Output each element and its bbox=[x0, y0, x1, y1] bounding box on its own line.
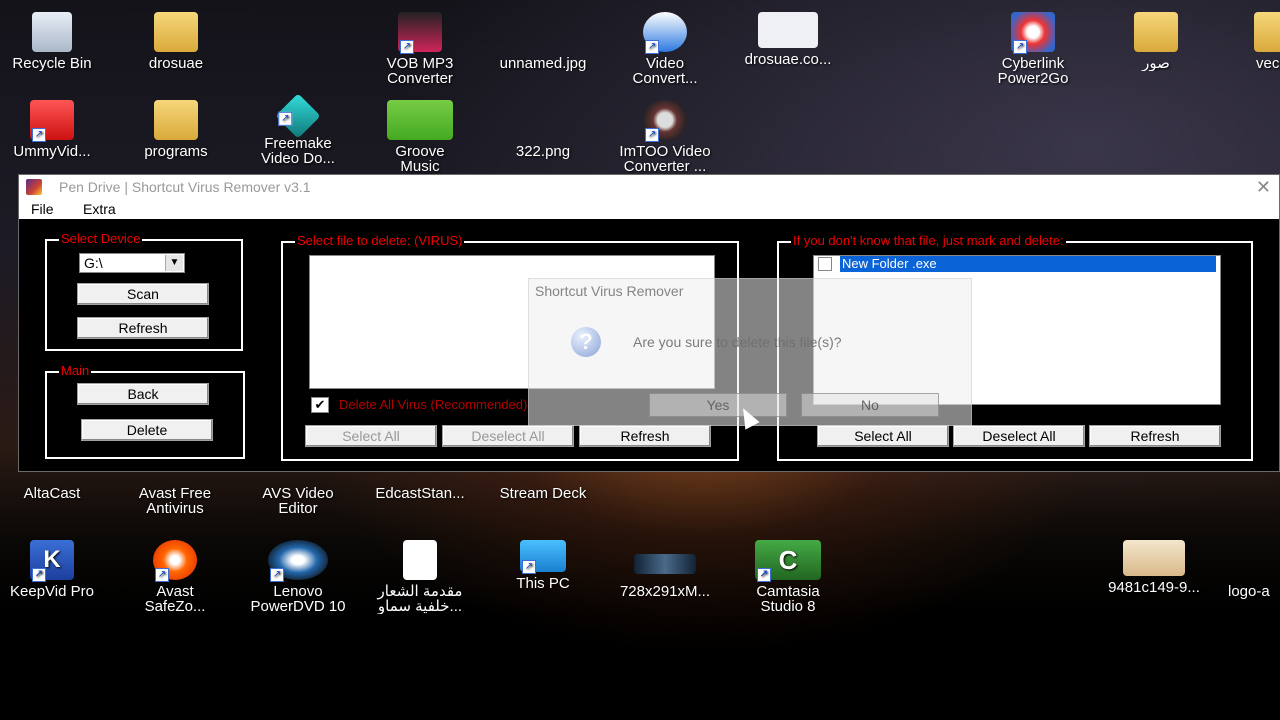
title-bar[interactable]: Pen Drive | Shortcut Virus Remover v3.1 … bbox=[19, 175, 1279, 199]
chevron-down-icon[interactable]: ▼ bbox=[165, 255, 183, 271]
confirm-dialog-title: Shortcut Virus Remover bbox=[535, 283, 684, 299]
unknown-select-all-button[interactable]: Select All bbox=[817, 425, 949, 447]
image-file-icon bbox=[634, 554, 696, 574]
main-legend: Main bbox=[59, 363, 92, 379]
desktop-icon-keepvid[interactable]: K ↗ KeepVid Pro bbox=[0, 540, 112, 599]
desktop-icon-logo-a[interactable]: logo-a bbox=[1220, 540, 1280, 599]
desktop-icon-9481c149[interactable]: 9481c149-9... bbox=[1094, 540, 1214, 595]
desktop-icon-imtoo[interactable]: ↗ ImTOO Video Converter ... bbox=[605, 100, 725, 174]
desktop-icon-this-pc[interactable]: ↗ This PC bbox=[483, 540, 603, 591]
image-file-icon bbox=[758, 12, 818, 48]
list-item-label: New Folder .exe bbox=[840, 256, 1216, 272]
image-file-icon bbox=[1228, 540, 1272, 580]
desktop-icon-freemake[interactable]: ↗ Freemake Video Do... bbox=[238, 93, 358, 166]
main-group: Main Back Delete bbox=[45, 363, 245, 459]
drive-select[interactable]: G:\ ▼ bbox=[79, 253, 185, 273]
virus-refresh-button[interactable]: Refresh bbox=[579, 425, 711, 447]
desktop-icon-stream-deck[interactable]: Stream Deck bbox=[483, 486, 603, 501]
window-title: Pen Drive | Shortcut Virus Remover v3.1 bbox=[59, 179, 311, 195]
desktop-icon-vec[interactable]: vec bbox=[1232, 12, 1280, 71]
virus-deselect-all-button[interactable]: Deselect All bbox=[442, 425, 574, 447]
image-file-icon bbox=[1123, 540, 1185, 576]
desktop-icon-suwar[interactable]: صور bbox=[1096, 12, 1216, 71]
freemake-icon: ↗ bbox=[275, 93, 321, 139]
desktop-icon-altacast[interactable]: AltaCast bbox=[0, 486, 112, 501]
desktop-icon-powerdvd[interactable]: ↗ Lenovo PowerDVD 10 bbox=[238, 540, 358, 614]
device-refresh-button[interactable]: Refresh bbox=[77, 317, 209, 339]
unknown-files-legend: If you don't know that file, just mark a… bbox=[791, 233, 1066, 249]
desktop-icon-322png[interactable]: 322.png bbox=[483, 100, 603, 159]
vob-converter-icon: ↗ bbox=[398, 12, 442, 54]
unknown-refresh-button[interactable]: Refresh bbox=[1089, 425, 1221, 447]
menu-bar: File Extra bbox=[19, 199, 1279, 219]
imtoo-icon: ↗ bbox=[643, 100, 687, 142]
desktop-icon-groove[interactable]: Groove Music bbox=[360, 100, 480, 174]
user-folder-icon bbox=[154, 12, 198, 52]
menu-extra[interactable]: Extra bbox=[83, 199, 116, 219]
unknown-deselect-all-button[interactable]: Deselect All bbox=[953, 425, 1085, 447]
desktop-icon-ummyvid[interactable]: ↗ UmmyVid... bbox=[0, 100, 112, 159]
image-file-icon bbox=[521, 100, 565, 140]
drive-value: G:\ bbox=[84, 255, 103, 271]
desktop-icon-drosuae-co[interactable]: drosuae.co... bbox=[728, 12, 848, 67]
desktop-icon-camtasia[interactable]: C ↗ Camtasia Studio 8 bbox=[728, 540, 848, 614]
list-item[interactable]: New Folder .exe bbox=[814, 256, 1220, 272]
folder-icon bbox=[154, 100, 198, 140]
power2go-icon: ↗ bbox=[1011, 12, 1055, 54]
desktop-icon-video-convert[interactable]: ↗ Video Convert... bbox=[605, 12, 725, 86]
desktop-icon-edcast[interactable]: EdcastStan... bbox=[360, 486, 480, 501]
delete-all-virus-checkbox[interactable]: ✔ bbox=[311, 397, 329, 413]
keepvid-icon: K ↗ bbox=[30, 540, 74, 582]
avast-safezone-icon: ↗ bbox=[153, 540, 197, 582]
confirm-message: Are you sure to delete this file(s)? bbox=[633, 334, 842, 350]
folder-icon bbox=[1254, 12, 1280, 52]
desktop-icon-728x291[interactable]: 728x291xM... bbox=[605, 540, 725, 599]
groove-music-icon bbox=[387, 100, 453, 140]
select-device-legend: Select Device bbox=[59, 231, 143, 247]
menu-file[interactable]: File bbox=[31, 199, 54, 219]
app-logo-icon bbox=[26, 179, 42, 195]
question-icon: ? bbox=[571, 327, 601, 357]
yes-button[interactable]: Yes bbox=[649, 393, 787, 417]
desktop-icon-drosuae[interactable]: drosuae bbox=[116, 12, 236, 71]
delete-button[interactable]: Delete bbox=[81, 419, 213, 441]
powerdvd-icon: ↗ bbox=[268, 540, 328, 582]
video-converter-icon: ↗ bbox=[643, 12, 687, 54]
desktop-icon-avs[interactable]: AVS Video Editor bbox=[238, 486, 358, 516]
list-item-checkbox[interactable] bbox=[818, 257, 832, 271]
desktop-icon-programs[interactable]: programs bbox=[116, 100, 236, 159]
document-icon bbox=[403, 540, 437, 580]
desktop-icon-recycle-bin[interactable]: Recycle Bin bbox=[0, 12, 112, 71]
desktop-icon-unnamed-jpg[interactable]: unnamed.jpg bbox=[483, 12, 603, 71]
desktop-icon-avast-safezone[interactable]: ↗ Avast SafeZo... bbox=[115, 540, 235, 614]
desktop-icon-avast[interactable]: Avast Free Antivirus bbox=[115, 486, 235, 516]
scan-button[interactable]: Scan bbox=[77, 283, 209, 305]
camtasia-icon: C ↗ bbox=[755, 540, 821, 582]
this-pc-icon: ↗ bbox=[520, 540, 566, 574]
image-file-icon bbox=[521, 12, 565, 52]
virus-select-all-button[interactable]: Select All bbox=[305, 425, 437, 447]
desktop-icon-vob-mp3[interactable]: ↗ VOB MP3 Converter bbox=[360, 12, 480, 86]
desktop-icon-arabic-doc[interactable]: مقدمة الشعار خلفية سماو... bbox=[360, 540, 480, 614]
desktop-icon-power2go[interactable]: ↗ Cyberlink Power2Go bbox=[973, 12, 1093, 86]
ummy-icon: ↗ bbox=[30, 100, 74, 142]
no-button[interactable]: No bbox=[801, 393, 939, 417]
close-button[interactable]: ✕ bbox=[1256, 175, 1271, 199]
back-button[interactable]: Back bbox=[77, 383, 209, 405]
folder-icon bbox=[1134, 12, 1178, 52]
select-device-group: Select Device G:\ ▼ Scan Refresh bbox=[45, 231, 243, 351]
delete-all-virus-label[interactable]: Delete All Virus (Recommended) bbox=[339, 397, 527, 412]
virus-files-legend: Select file to delete: (VIRUS) bbox=[295, 233, 465, 249]
recycle-bin-icon bbox=[32, 12, 72, 52]
